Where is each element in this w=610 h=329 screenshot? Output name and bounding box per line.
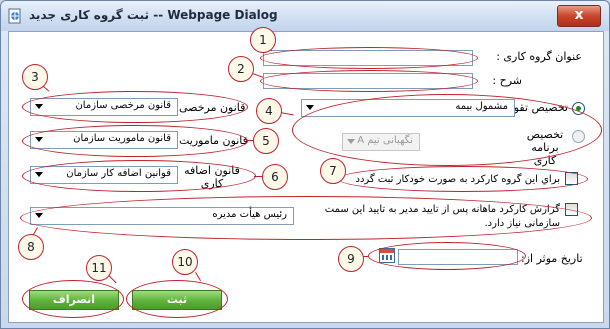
- callout-badge-11: 11: [86, 255, 112, 281]
- callout-badge-8: 8: [18, 234, 44, 260]
- callout-badge-2: 2: [228, 56, 254, 82]
- callout-badge-9: 9: [338, 246, 364, 272]
- callout-badge-7: 7: [320, 158, 346, 184]
- title-bar: ثبت گروه کاری جدید -- Webpage Dialog x: [1, 1, 609, 31]
- callout-ring-cancel: [22, 280, 124, 318]
- callout-ring-overtime-rule: [22, 160, 256, 192]
- callout-ring-mission-rule: [22, 125, 248, 157]
- callout-ring-leave-rule: [22, 91, 248, 123]
- effective-date-label: تاریخ موثر از:: [521, 252, 583, 265]
- window-title: ثبت گروه کاری جدید -- Webpage Dialog: [29, 8, 278, 22]
- callout-badge-6: 6: [262, 164, 288, 190]
- close-icon: x: [574, 7, 584, 23]
- callout-badge-4: 4: [256, 98, 282, 124]
- callout-ring-description: [260, 70, 478, 92]
- callout-badge-5: 5: [253, 128, 279, 154]
- close-button[interactable]: x: [557, 5, 601, 27]
- callout-ring-group-title: [260, 47, 478, 69]
- callout-ring-effective-date: [368, 242, 526, 270]
- callout-badge-1: 1: [250, 27, 276, 53]
- ie-page-icon: [8, 8, 21, 24]
- callout-badge-10: 10: [172, 249, 198, 275]
- group-title-label: عنوان گروه کاری :: [496, 50, 582, 63]
- chevron-down-icon: [306, 105, 314, 110]
- description-label: شرح :: [492, 74, 522, 87]
- callout-ring-monthly-report: [20, 196, 592, 240]
- callout-ring-auto-record: [338, 166, 588, 192]
- callout-badge-3: 3: [22, 64, 48, 90]
- callout-ring-submit: [126, 280, 228, 318]
- callout-ring-calendar-program: [292, 94, 602, 166]
